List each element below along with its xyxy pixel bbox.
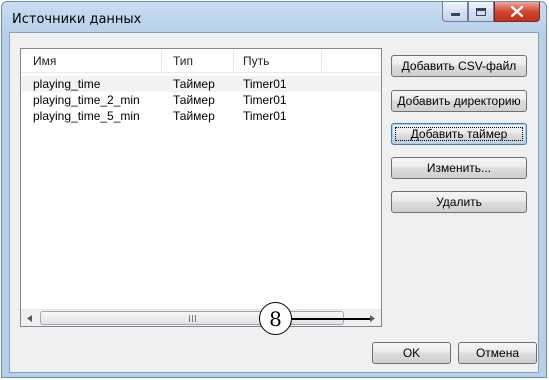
column-header-path[interactable]: Путь (243, 54, 269, 68)
maximize-button[interactable] (468, 2, 494, 22)
row-type: Таймер (173, 77, 215, 91)
list-row[interactable]: playing_time_2_min Таймер Timer01 (21, 92, 381, 108)
minimize-icon (450, 13, 460, 16)
window-title: Источники данных (12, 12, 142, 27)
row-name: playing_time_5_min (33, 109, 140, 123)
callout-number-badge: 8 (259, 302, 292, 335)
maximize-icon (476, 7, 486, 16)
callout-leader-line (292, 318, 370, 320)
delete-button[interactable]: Удалить (391, 191, 527, 213)
edit-button[interactable]: Изменить... (391, 157, 527, 179)
focus-ring (395, 127, 523, 141)
row-type: Таймер (173, 93, 215, 107)
row-name: playing_time (33, 77, 101, 91)
column-header-name[interactable]: Имя (33, 54, 56, 68)
add-csv-file-button[interactable]: Добавить CSV-файл (391, 55, 527, 77)
add-timer-button[interactable]: Добавить таймер (391, 123, 527, 145)
row-type: Таймер (173, 109, 215, 123)
row-path: Timer01 (243, 109, 287, 123)
row-path: Timer01 (243, 77, 287, 91)
sources-list[interactable]: Имя Тип Путь playing_time Таймер Timer01… (20, 48, 382, 327)
scroll-left-arrow-icon (27, 314, 32, 322)
list-rows: playing_time Таймер Timer01 playing_time… (21, 76, 381, 124)
column-separator[interactable] (321, 51, 322, 71)
caption-buttons (442, 2, 540, 23)
row-path: Timer01 (243, 93, 287, 107)
column-separator[interactable] (161, 51, 162, 71)
ok-button[interactable]: OK (372, 342, 451, 364)
add-directory-button[interactable]: Добавить директорию (391, 90, 527, 112)
list-row[interactable]: playing_time Таймер Timer01 (21, 76, 381, 92)
scroll-grip-icon (188, 314, 196, 322)
scroll-right-arrow-icon (370, 314, 375, 322)
row-name: playing_time_2_min (33, 93, 140, 107)
close-icon (511, 6, 523, 17)
column-separator[interactable] (233, 51, 234, 71)
close-button[interactable] (494, 2, 540, 22)
column-header-type[interactable]: Тип (173, 54, 193, 68)
title-bar[interactable]: Источники данных (2, 2, 546, 34)
scroll-left-button[interactable] (21, 310, 38, 326)
cancel-button[interactable]: Отмена (458, 342, 537, 364)
list-row[interactable]: playing_time_5_min Таймер Timer01 (21, 108, 381, 124)
minimize-button[interactable] (442, 2, 468, 22)
list-header: Имя Тип Путь (21, 49, 381, 73)
